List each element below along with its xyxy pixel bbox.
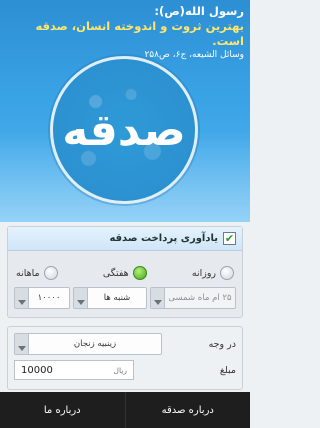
amount-input[interactable]: 10000 ریال	[14, 360, 134, 380]
radio-monthly[interactable]: ماهانه	[16, 266, 58, 280]
reminder-checkbox[interactable]: ✔	[223, 232, 236, 245]
month-select[interactable]: ۲۵ ام ماه شمسی	[150, 287, 236, 309]
about-us-button[interactable]: درباره ما	[0, 392, 126, 428]
donation-panel: زینبیه زنجان در وجه 10000 ریال مبلغ	[7, 326, 243, 390]
radio-daily-indicator[interactable]	[220, 266, 234, 280]
amount-select-value: ۱۰۰۰۰	[37, 293, 61, 303]
day-select[interactable]: شنبه ها	[73, 287, 147, 309]
reminder-selects: ۱۰۰۰۰ شنبه ها ۲۵ ام ماه شمسی	[8, 285, 242, 309]
radio-monthly-label: ماهانه	[16, 267, 40, 279]
frequency-radio-group: ماهانه هفتگی روزانه	[8, 251, 242, 285]
amount-select[interactable]: ۱۰۰۰۰	[14, 287, 70, 309]
radio-weekly[interactable]: هفتگی	[103, 266, 147, 280]
hadith-quote: رسول الله(ص): بهترین ثروت و اندوخته انسا…	[4, 4, 245, 62]
chevron-down-icon	[15, 334, 29, 354]
target-row: زینبیه زنجان در وجه	[8, 327, 242, 355]
month-select-value: ۲۵ ام ماه شمسی	[168, 293, 232, 303]
target-select[interactable]: زینبیه زنجان	[14, 333, 162, 355]
bottom-bar: درباره ما درباره صدقه	[0, 392, 250, 428]
amount-input-value: 10000	[21, 364, 53, 376]
target-label: در وجه	[208, 338, 236, 350]
amount-row: 10000 ریال مبلغ	[8, 355, 242, 380]
radio-daily-label: روزانه	[191, 267, 216, 279]
chevron-down-icon	[15, 288, 29, 308]
reminder-panel: یادآوری پرداخت صدقه ✔ ماهانه هفتگی روزان…	[7, 226, 243, 318]
quote-line1: رسول الله(ص):	[154, 4, 244, 18]
chevron-down-icon	[151, 288, 165, 308]
currency-label: ریال	[113, 365, 127, 375]
day-select-value: شنبه ها	[103, 293, 131, 303]
reminder-header[interactable]: یادآوری پرداخت صدقه ✔	[8, 227, 242, 251]
sadaqa-seal-logo: صدقه	[50, 56, 198, 204]
header-banner: رسول الله(ص): بهترین ثروت و اندوخته انسا…	[0, 0, 250, 222]
seal-text: صدقه	[62, 104, 186, 156]
quote-line2: بهترین ثروت و اندوخته انسان، صدقه است.	[35, 19, 245, 48]
about-sadaqa-button[interactable]: درباره صدقه	[126, 392, 251, 428]
amount-label: مبلغ	[219, 364, 236, 376]
radio-daily[interactable]: روزانه	[192, 266, 234, 280]
reminder-title: یادآوری پرداخت صدقه	[109, 233, 218, 244]
radio-monthly-indicator[interactable]	[43, 266, 58, 280]
target-select-value: زینبیه زنجان	[73, 339, 117, 349]
radio-weekly-indicator[interactable]	[132, 266, 147, 280]
radio-weekly-label: هفتگی	[102, 267, 129, 279]
chevron-down-icon	[74, 288, 88, 308]
